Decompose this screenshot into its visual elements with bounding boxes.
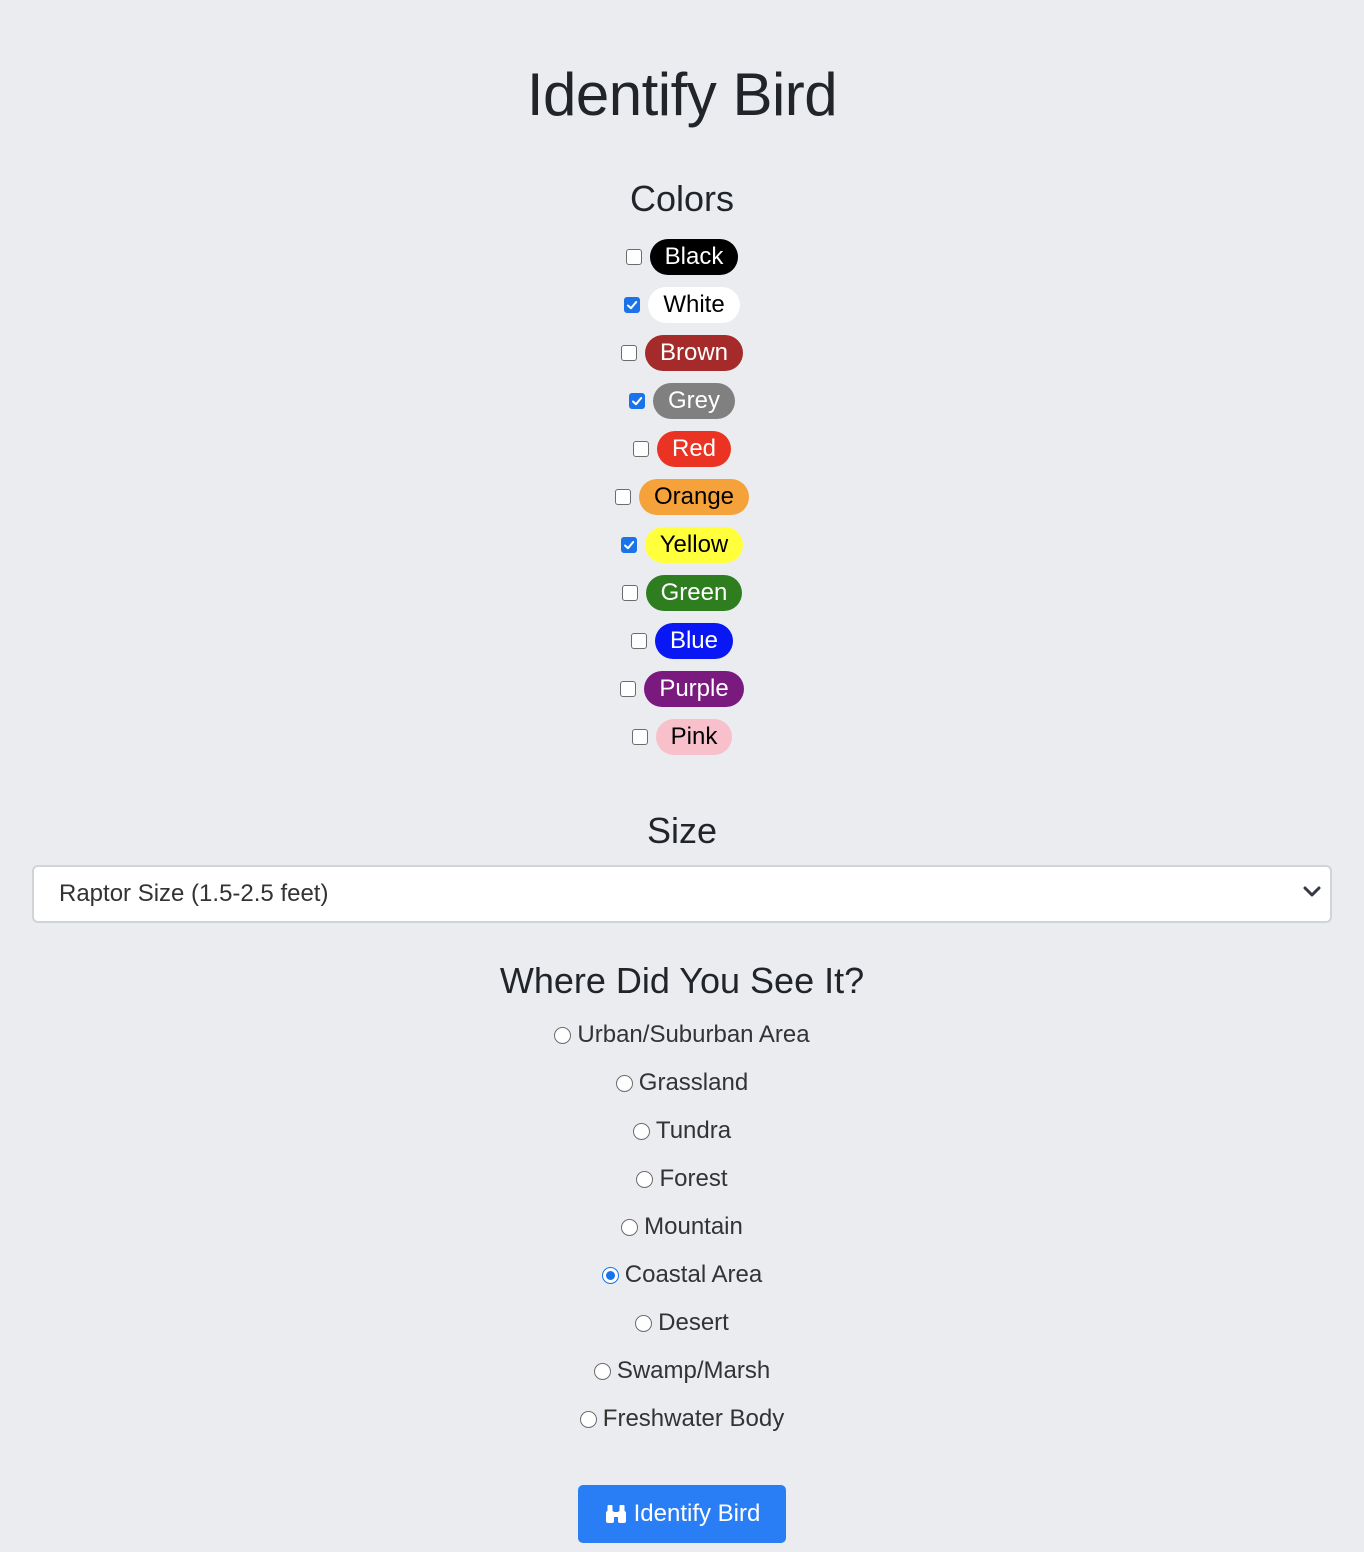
color-pill-label[interactable]: Brown — [644, 335, 744, 371]
color-pill-label[interactable]: Purple — [644, 671, 744, 707]
habitat-label[interactable]: Swamp/Marsh — [617, 1357, 770, 1385]
habitat-radio[interactable] — [635, 1314, 653, 1332]
page-title: Identify Bird — [526, 61, 838, 128]
color-option-inner: Purple — [620, 671, 744, 707]
color-option: White — [0, 281, 1364, 329]
habitat-label[interactable]: Coastal Area — [625, 1261, 762, 1289]
habitat-label[interactable]: Tundra — [656, 1117, 731, 1145]
habitat-option: Desert — [0, 1299, 1364, 1347]
color-option: Red — [0, 425, 1364, 473]
color-checkbox[interactable] — [628, 393, 645, 409]
habitat-option: Grassland — [0, 1059, 1364, 1107]
color-option: Green — [0, 569, 1364, 617]
habitat-radio[interactable] — [621, 1218, 639, 1236]
habitat-label[interactable]: Forest — [659, 1165, 727, 1193]
size-select-value: Raptor Size (1.5-2.5 feet) — [59, 880, 329, 907]
habitat-option-inner: Grassland — [615, 1069, 748, 1097]
color-pill-label[interactable]: Black — [649, 239, 739, 275]
color-pill-label[interactable]: Green — [645, 575, 743, 611]
habitat-list: Urban/Suburban Area Grassland Tundra Forest… — [0, 1011, 1364, 1443]
habitat-option-inner: Swamp/Marsh — [593, 1357, 770, 1385]
chevron-down-icon — [1300, 880, 1324, 909]
color-pill-label[interactable]: Pink — [655, 719, 733, 755]
color-option-inner: Black — [625, 239, 739, 275]
color-checkbox[interactable] — [624, 297, 641, 313]
color-checkbox[interactable] — [614, 489, 631, 505]
habitat-label[interactable]: Freshwater Body — [603, 1405, 784, 1433]
binoculars-icon — [604, 1502, 628, 1526]
habitat-heading: Where Did You See It? — [499, 960, 865, 1001]
color-pill-label[interactable]: Yellow — [644, 527, 744, 563]
habitat-option: Mountain — [0, 1203, 1364, 1251]
color-option: Yellow — [0, 521, 1364, 569]
habitat-option: Swamp/Marsh — [0, 1347, 1364, 1395]
color-checkbox[interactable] — [632, 441, 649, 457]
color-option: Blue — [0, 617, 1364, 665]
habitat-label[interactable]: Desert — [658, 1309, 729, 1337]
color-checkbox[interactable] — [621, 585, 638, 601]
color-option: Black — [0, 233, 1364, 281]
color-option: Pink — [0, 713, 1364, 761]
identify-bird-button[interactable]: Identify Bird — [578, 1485, 786, 1543]
habitat-option-inner: Urban/Suburban Area — [554, 1021, 810, 1049]
colors-heading: Colors — [629, 178, 735, 219]
habitat-option-inner: Mountain — [621, 1213, 743, 1241]
color-option-inner: Blue — [630, 623, 734, 659]
habitat-option-inner: Desert — [635, 1309, 729, 1337]
color-option: Orange — [0, 473, 1364, 521]
color-pill-label[interactable]: Orange — [638, 479, 750, 515]
color-pill-label[interactable]: White — [648, 287, 740, 323]
habitat-option-inner: Freshwater Body — [579, 1405, 784, 1433]
identify-bird-form: Identify Bird Colors Black White Brown Grey… — [0, 0, 1364, 1543]
color-option-inner: White — [624, 287, 740, 323]
color-option: Brown — [0, 329, 1364, 377]
color-checkbox[interactable] — [625, 249, 642, 265]
habitat-radio[interactable] — [593, 1362, 611, 1380]
color-option-inner: Green — [621, 575, 743, 611]
habitat-option-inner: Forest — [636, 1165, 728, 1193]
habitat-option-inner: Coastal Area — [601, 1261, 762, 1289]
habitat-radio[interactable] — [636, 1170, 654, 1188]
habitat-option: Forest — [0, 1155, 1364, 1203]
color-pill-label[interactable]: Red — [656, 431, 732, 467]
habitat-radio[interactable] — [554, 1026, 572, 1044]
identify-bird-button-label: Identify Bird — [633, 1500, 761, 1527]
size-heading: Size — [646, 810, 718, 851]
habitat-option: Urban/Suburban Area — [0, 1011, 1364, 1059]
habitat-radio[interactable] — [601, 1266, 619, 1284]
color-option-inner: Red — [632, 431, 732, 467]
habitat-option: Freshwater Body — [0, 1395, 1364, 1443]
habitat-label[interactable]: Urban/Suburban Area — [577, 1021, 809, 1049]
habitat-label[interactable]: Grassland — [639, 1069, 748, 1097]
color-checkbox[interactable] — [620, 537, 637, 553]
color-option-inner: Orange — [614, 479, 750, 515]
color-checkbox[interactable] — [620, 681, 637, 697]
size-select[interactable]: Raptor Size (1.5-2.5 feet) — [32, 865, 1332, 923]
habitat-radio[interactable] — [632, 1122, 650, 1140]
color-list: Black White Brown Grey Red Orange Yellow Green B… — [0, 233, 1364, 761]
habitat-option-inner: Tundra — [632, 1117, 731, 1145]
color-option-inner: Yellow — [620, 527, 744, 563]
habitat-radio[interactable] — [579, 1410, 597, 1428]
color-option: Purple — [0, 665, 1364, 713]
color-checkbox[interactable] — [620, 345, 637, 361]
habitat-option: Coastal Area — [0, 1251, 1364, 1299]
color-option: Grey — [0, 377, 1364, 425]
color-pill-label[interactable]: Blue — [654, 623, 734, 659]
radio-dot — [605, 1270, 615, 1280]
color-option-inner: Pink — [631, 719, 733, 755]
habitat-label[interactable]: Mountain — [644, 1213, 743, 1241]
color-checkbox[interactable] — [630, 633, 647, 649]
color-option-inner: Brown — [620, 335, 744, 371]
color-checkbox[interactable] — [631, 729, 648, 745]
habitat-radio[interactable] — [615, 1074, 633, 1092]
habitat-option: Tundra — [0, 1107, 1364, 1155]
color-pill-label[interactable]: Grey — [652, 383, 735, 419]
color-option-inner: Grey — [628, 383, 735, 419]
